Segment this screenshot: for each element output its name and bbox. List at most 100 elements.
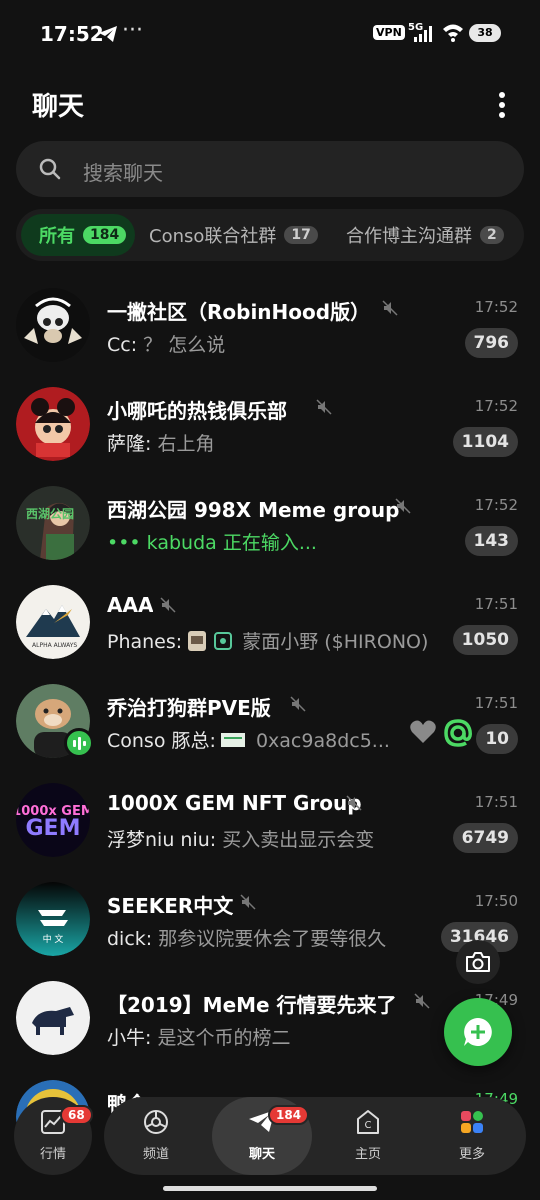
chat-name: 西湖公园 998X Meme group (107, 498, 400, 522)
camera-icon (466, 952, 490, 972)
chat-preview: dick: 那参议院要休会了要等很久 (107, 928, 387, 950)
chat-preview: Cc: ？ 怎么说 (107, 334, 226, 356)
status-time: 17:52 (40, 22, 104, 46)
unread-badge: 796 (464, 328, 518, 358)
status-bar: 17:52 ··· VPN 5G 38 (0, 0, 540, 70)
nav-label: 更多 (458, 1147, 485, 1162)
chat-preview: 浮梦niu niu: 买入卖出显示会变 (107, 829, 375, 851)
mute-icon (346, 795, 362, 811)
chat-name: SEEKER中文 (107, 894, 234, 918)
telegram-icon (99, 26, 117, 42)
mute-icon (414, 993, 430, 1009)
nav-chats[interactable]: 聊天 184 (212, 1097, 312, 1175)
chat-row[interactable]: 乔治打狗群PVE版 17:51 Conso 豚总: 0xac9a8dc5... … (0, 674, 540, 773)
tab-label: Conso联合社群 (149, 226, 277, 247)
chat-time: 17:51 (474, 793, 518, 811)
mute-icon (382, 300, 398, 316)
chat-preview-typing: ••• kabuda 正在输入... (107, 532, 317, 554)
chat-time: 17:52 (474, 397, 518, 415)
wifi-icon (443, 24, 463, 42)
svg-text:GEM: GEM (26, 816, 81, 841)
chat-row[interactable]: 1000x GEM GEM 1000X GEM NFT Group 17:51 浮… (0, 773, 540, 872)
nav-home[interactable]: C 主页 (326, 1097, 410, 1175)
emoji-icon (214, 632, 233, 650)
chat-row[interactable]: 西湖公园 西湖公园 998X Meme group 17:52 ••• kabu… (0, 476, 540, 575)
nav-channels[interactable]: 频道 (114, 1097, 198, 1175)
page-title: 聊天 (32, 92, 85, 122)
heart-reaction-icon (410, 720, 436, 743)
nav-more[interactable]: 更多 (430, 1097, 514, 1175)
chat-name: 【2019】MeMe 行情要先来了 (107, 993, 397, 1017)
live-voice-icon (64, 728, 94, 758)
mute-icon (240, 894, 256, 910)
avatar: 西湖公园 (16, 486, 90, 560)
nav-market[interactable]: 行情 68 (14, 1097, 93, 1175)
nav-badge: 68 (60, 1105, 93, 1125)
chat-name: 乔治打狗群PVE版 (107, 696, 271, 720)
mention-icon (444, 719, 472, 747)
chat-preview: 小牛: 是这个币的榜二 (107, 1027, 291, 1049)
mute-icon (290, 696, 306, 712)
mute-icon (316, 399, 332, 415)
chat-time: 17:52 (474, 298, 518, 316)
unread-badge: 143 (464, 526, 518, 556)
battery-icon: 38 (469, 24, 501, 42)
vpn-badge: VPN (373, 25, 405, 40)
unread-badge: 1104 (452, 427, 518, 457)
unread-badge: 10 (476, 724, 518, 754)
chat-name: 小哪吒的热钱俱乐部 (107, 399, 287, 423)
channels-icon (144, 1110, 168, 1134)
chat-time: 17:51 (474, 595, 518, 613)
chat-preview: 萨隆: 右上角 (107, 433, 215, 455)
nav-label: 频道 (142, 1147, 169, 1162)
nav-label: 聊天 (248, 1147, 275, 1162)
more-menu-icon[interactable] (494, 92, 510, 118)
image-thumbnail-icon (220, 733, 245, 747)
unread-badge: 6749 (452, 823, 518, 853)
chat-time: 17:51 (474, 694, 518, 712)
chat-row[interactable]: ALPHA ALWAYS AAA 17:51 Phanes: 蒙面小野 ($HI… (0, 575, 540, 674)
chat-name: 一撇社区（RobinHood版） (107, 300, 371, 324)
chat-preview: Conso 豚总: 0xac9a8dc5... (107, 730, 390, 752)
tab-label: 所有 (39, 226, 75, 247)
new-chat-icon (464, 1018, 492, 1046)
home-indicator[interactable] (163, 1186, 377, 1191)
tab-all[interactable]: 所有 184 (21, 214, 135, 256)
mute-icon (160, 597, 176, 613)
chat-preview: Phanes: 蒙面小野 ($HIRONO) (107, 631, 429, 653)
avatar: 中 文 (16, 882, 90, 956)
svg-text:西湖公园: 西湖公园 (26, 506, 74, 521)
tab-blogger-channel[interactable]: 合作博主沟通群 2 (346, 214, 504, 256)
svg-text:中 文: 中 文 (43, 933, 64, 945)
bottom-navigation: 频道 聊天 184 C 主页 更多 (104, 1097, 526, 1175)
chat-time: 17:52 (474, 496, 518, 514)
svg-text:C: C (365, 1120, 372, 1131)
chat-time: 17:50 (474, 892, 518, 910)
avatar (16, 288, 90, 362)
nav-label: 主页 (354, 1147, 381, 1162)
search-icon (39, 158, 61, 180)
apps-icon (461, 1111, 483, 1133)
search-bar[interactable]: 搜索聊天 (16, 141, 524, 197)
camera-button[interactable] (456, 940, 500, 984)
svg-text:ALPHA ALWAYS: ALPHA ALWAYS (32, 642, 77, 649)
mute-icon (395, 498, 411, 514)
chat-row[interactable]: 一撇社区（RobinHood版） 17:52 Cc: ？ 怎么说 796 (0, 278, 540, 377)
folder-tabs: 所有 184 Conso联合社群 17 合作博主沟通群 2 (16, 209, 524, 261)
search-input[interactable]: 搜索聊天 (83, 157, 163, 186)
chat-row[interactable]: 小哪吒的热钱俱乐部 17:52 萨隆: 右上角 1104 (0, 377, 540, 476)
tab-count: 17 (284, 226, 318, 244)
tab-count: 2 (480, 226, 504, 244)
new-chat-button[interactable] (444, 998, 512, 1066)
avatar (16, 981, 90, 1055)
unread-badge: 1050 (452, 625, 518, 655)
tab-count: 184 (83, 226, 127, 244)
home-icon: C (357, 1110, 379, 1134)
tab-conso-community[interactable]: Conso联合社群 17 (149, 214, 318, 256)
more-notifications-icon: ··· (122, 18, 143, 43)
tab-label: 合作博主沟通群 (346, 226, 472, 247)
signal-icon (414, 26, 432, 42)
sticker-icon (188, 631, 207, 651)
nav-label: 行情 (39, 1147, 66, 1162)
avatar (16, 387, 90, 461)
